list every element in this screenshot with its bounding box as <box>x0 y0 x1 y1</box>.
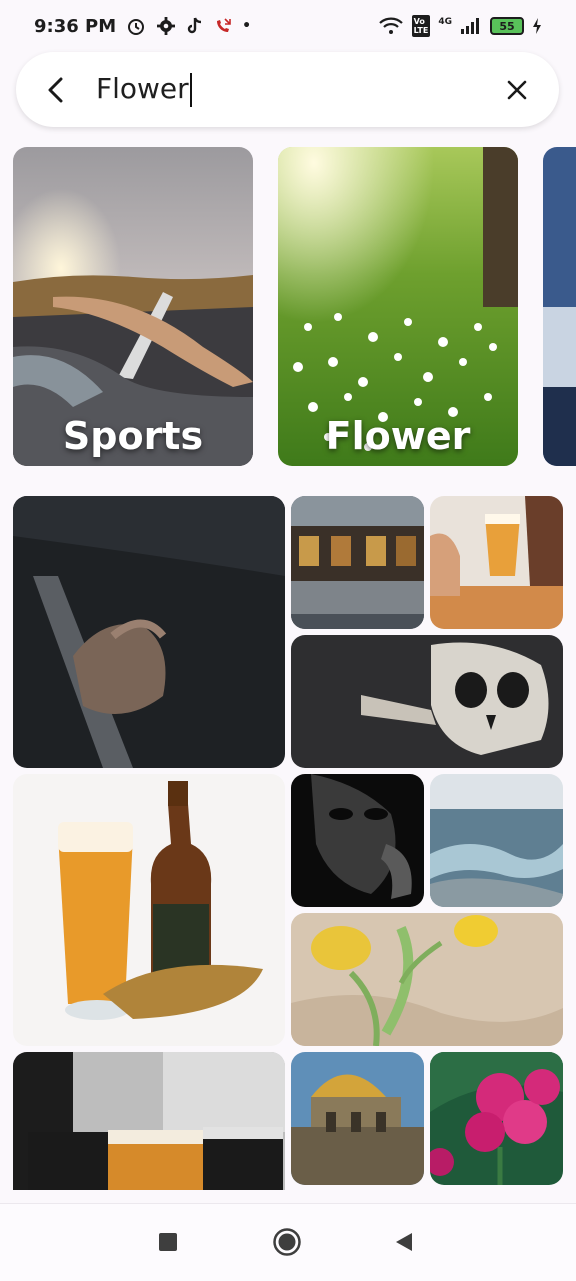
gallery-tile[interactable] <box>430 496 563 629</box>
charging-icon <box>533 18 541 34</box>
clear-search-button[interactable] <box>497 70 537 110</box>
alarm-icon <box>128 19 145 35</box>
home-circle-icon <box>273 1228 301 1256</box>
back-nav-button[interactable] <box>386 1224 422 1260</box>
wifi-icon <box>378 17 403 34</box>
hands-on-railing-image <box>13 496 285 768</box>
missed-call-icon <box>217 18 231 32</box>
gallery-tile[interactable] <box>13 774 285 1046</box>
text-cursor <box>189 73 192 107</box>
category-label-sports: Sports <box>62 414 204 458</box>
gallery-tile[interactable] <box>291 913 563 1046</box>
status-time: 9:36 PM <box>34 15 117 37</box>
home-button[interactable] <box>269 1224 305 1260</box>
gallery-tile[interactable] <box>291 774 424 907</box>
search-bar: Flower <box>16 52 559 127</box>
beer-glass-thumbs-up-image <box>430 496 563 629</box>
gallery-tile[interactable] <box>291 496 424 629</box>
gallery-tile[interactable] <box>291 1052 424 1185</box>
dark-face-portrait-image <box>291 774 424 907</box>
volte-icon: Vo LTE <box>411 15 431 37</box>
search-query: Flower <box>96 72 189 105</box>
pink-flowers-image <box>430 1052 563 1185</box>
dome-of-the-rock-image <box>291 1052 424 1185</box>
battery-icon: 55 <box>490 17 524 35</box>
recents-square-icon <box>159 1233 177 1251</box>
system-nav-bar <box>0 1203 576 1281</box>
gear-icon <box>157 17 176 35</box>
battery-level: 55 <box>499 19 515 33</box>
recents-button[interactable] <box>150 1224 186 1260</box>
partial-category-image <box>543 147 576 466</box>
beer-glasses-bar-image <box>13 1052 285 1190</box>
signal-icon <box>461 18 479 34</box>
beer-bottle-and-glass-image <box>13 774 285 1046</box>
search-input[interactable]: Flower <box>96 72 192 107</box>
gallery-tile[interactable] <box>13 496 285 768</box>
category-card-sports[interactable]: Sports <box>13 147 253 466</box>
ocean-waves-image <box>430 774 563 907</box>
back-triangle-icon <box>396 1233 412 1251</box>
close-icon <box>507 80 527 100</box>
notification-dot: • <box>242 18 252 34</box>
cafe-street-image <box>291 496 424 629</box>
gallery-tile[interactable] <box>13 1052 285 1190</box>
gallery-tile[interactable] <box>430 774 563 907</box>
yellow-tulips-on-paper-image <box>291 913 563 1046</box>
network-type: 4G <box>438 17 452 27</box>
gallery-tile[interactable] <box>430 1052 563 1185</box>
category-card-flower[interactable]: Flower <box>278 147 518 466</box>
back-arrow-icon <box>48 77 63 103</box>
gallery-tile[interactable] <box>291 635 563 768</box>
category-label-flower: Flower <box>325 414 471 458</box>
category-card-partial[interactable] <box>543 147 576 466</box>
back-button[interactable] <box>36 70 76 110</box>
tiktok-icon <box>187 17 202 34</box>
skull-and-bones-image <box>291 635 563 768</box>
status-bar: 9:36 PM • Vo LTE 4G 55 <box>0 0 576 52</box>
